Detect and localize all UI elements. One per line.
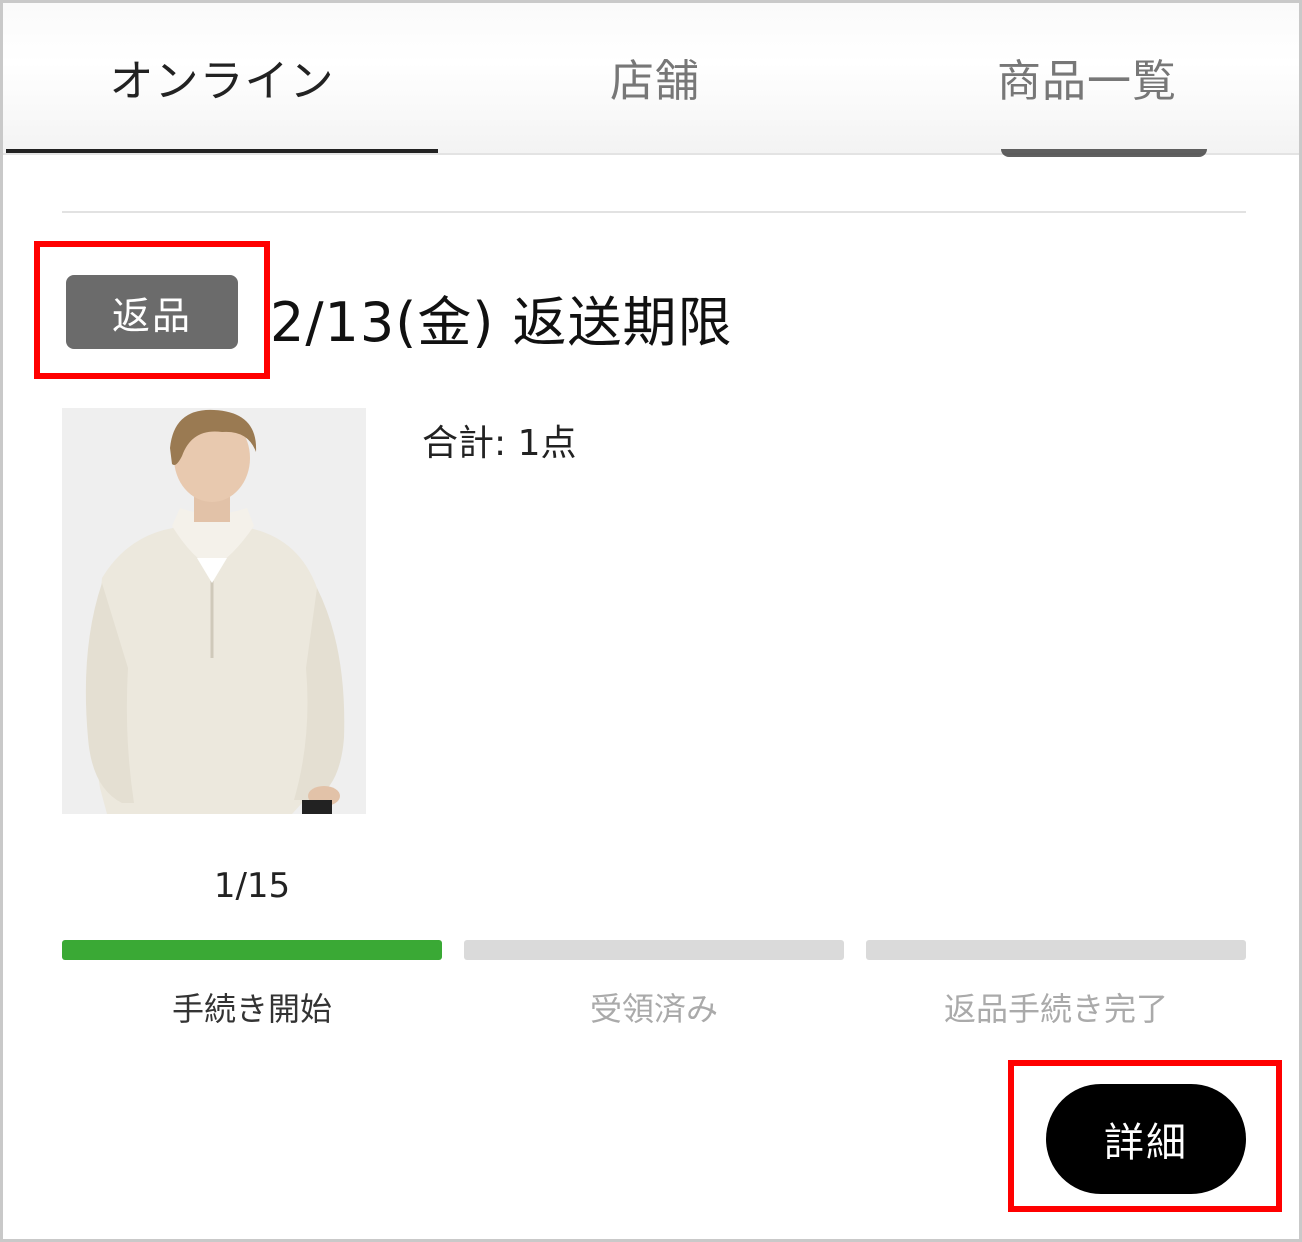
tab-online-label: オンライン (109, 56, 335, 107)
highlight-box-badge (34, 241, 270, 379)
progress-step-1-label: 手続き開始 (171, 990, 332, 1028)
progress-step-2-bar (464, 940, 844, 960)
highlight-box-details (1008, 1060, 1282, 1212)
tab-store-label: 店舗 (610, 56, 700, 107)
product-image[interactable] (62, 408, 366, 814)
active-tab-indicator (6, 149, 438, 153)
section-divider (62, 211, 1246, 213)
tab-store[interactable]: 店舗 (439, 3, 871, 151)
progress-step-3-bar (866, 940, 1246, 960)
product-photo-illustration (62, 408, 366, 814)
item-total: 合計: 1点 (422, 423, 577, 464)
tab-shadow (1001, 149, 1207, 157)
tab-product-list-label: 商品一覧 (997, 56, 1177, 107)
progress-step-3-label: 返品手続き完了 (943, 990, 1168, 1028)
image-counter: 1/15 (213, 866, 291, 906)
tab-bar: オンライン 店舗 商品一覧 (3, 3, 1302, 157)
return-deadline: 2/13(金) 返送期限 (270, 291, 733, 354)
tab-online[interactable]: オンライン (6, 3, 438, 153)
progress-step-2-label: 受領済み (589, 990, 718, 1028)
progress-step-1-bar (62, 940, 442, 960)
tab-product-list[interactable]: 商品一覧 (871, 3, 1302, 157)
